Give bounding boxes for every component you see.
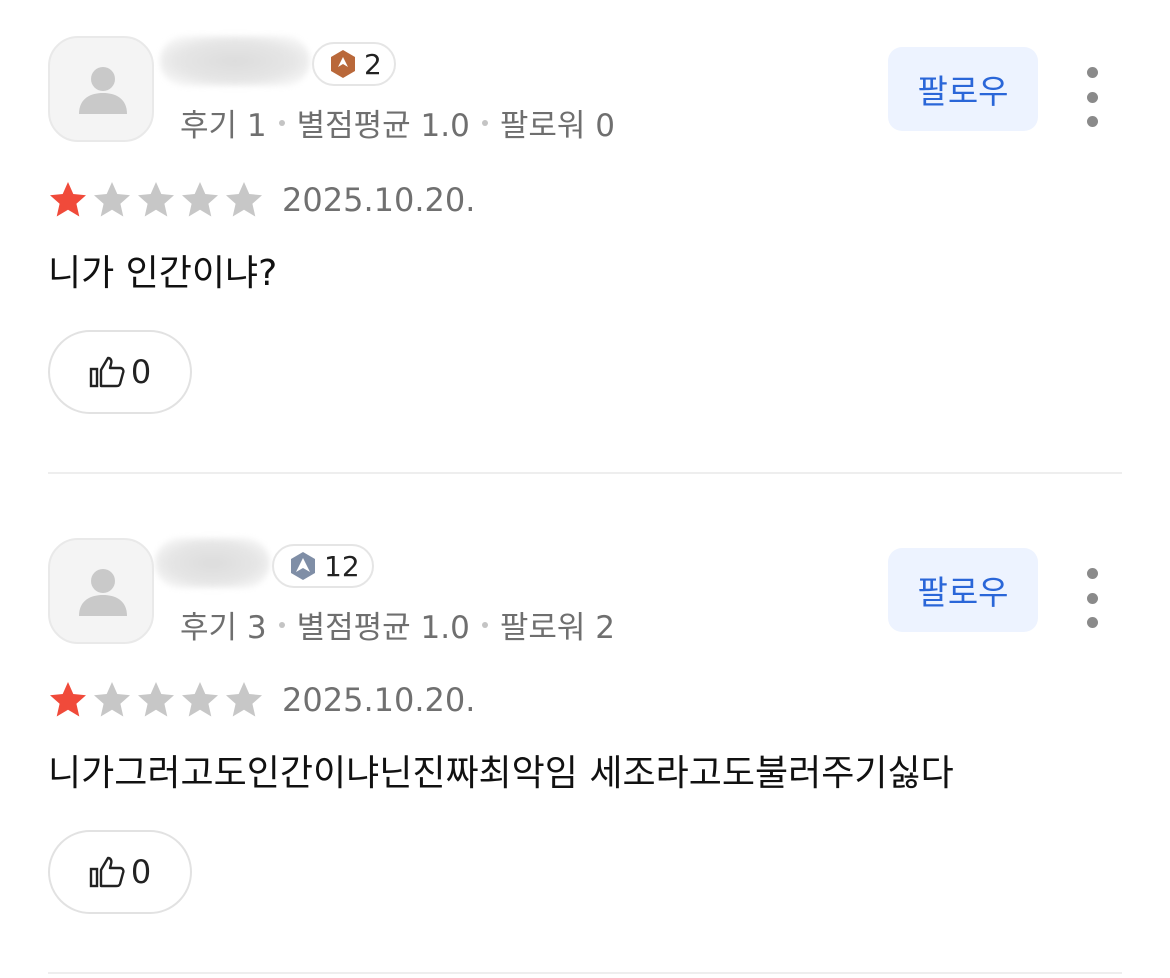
reviewer-level-badge: 2 [312,42,396,86]
like-count: 0 [130,353,152,391]
bronze-hexagon-icon [331,50,355,78]
reviewer-stats: 후기 1 별점평균 1.0 팔로워 0 [180,100,615,145]
like-button[interactable]: 0 [48,830,192,914]
silver-hexagon-icon [291,552,315,580]
badge-count: 12 [324,549,360,583]
separator-dot [278,621,285,628]
thumbs-up-icon [89,856,125,888]
star-empty-icon [138,182,174,217]
divider [48,972,1122,974]
rating-row: 2025.10.20. [48,178,475,222]
star-empty-icon [182,682,218,717]
star-rating [48,180,268,220]
badge-count: 2 [364,47,382,81]
avatar[interactable] [48,36,154,142]
separator-dot [481,621,488,628]
review-text: 니가그러고도인간이냐닌진짜최악임 세조라고도불러주기싫다 [48,753,954,794]
average-rating: 별점평균 1.0 [296,108,470,144]
star-empty-icon [226,682,262,717]
star-empty-icon [226,182,262,217]
username-blurred [155,538,270,588]
separator-dot [481,119,488,126]
star-filled-icon [50,682,86,717]
review-date: 2025.10.20. [282,181,476,219]
thumbs-up-icon [89,356,125,388]
more-options-icon[interactable] [1075,67,1109,127]
star-filled-icon [50,182,86,217]
average-rating: 별점평균 1.0 [296,610,470,646]
rating-row: 2025.10.20. [48,678,475,722]
separator-dot [278,119,285,126]
avatar[interactable] [48,538,154,644]
star-empty-icon [138,682,174,717]
star-empty-icon [182,182,218,217]
follow-button[interactable]: 팔로우 [888,47,1038,131]
reviewer-stats: 후기 3 별점평균 1.0 팔로워 2 [180,602,615,647]
review-count: 후기 3 [180,610,267,646]
user-icon [79,569,127,616]
more-options-icon[interactable] [1075,568,1109,628]
review-text: 니가 인간이냐? [48,253,278,294]
review-date: 2025.10.20. [282,681,476,719]
like-count: 0 [130,853,152,891]
star-rating [48,680,268,720]
review-count: 후기 1 [180,108,267,144]
follower-count: 팔로워 2 [499,610,615,646]
reviewer-level-badge: 12 [272,544,374,588]
follower-count: 팔로워 0 [499,108,615,144]
star-empty-icon [94,682,130,717]
username-blurred [160,36,310,86]
star-empty-icon [94,182,130,217]
follow-button[interactable]: 팔로우 [888,548,1038,632]
user-icon [79,67,127,114]
divider [48,472,1122,474]
like-button[interactable]: 0 [48,330,192,414]
